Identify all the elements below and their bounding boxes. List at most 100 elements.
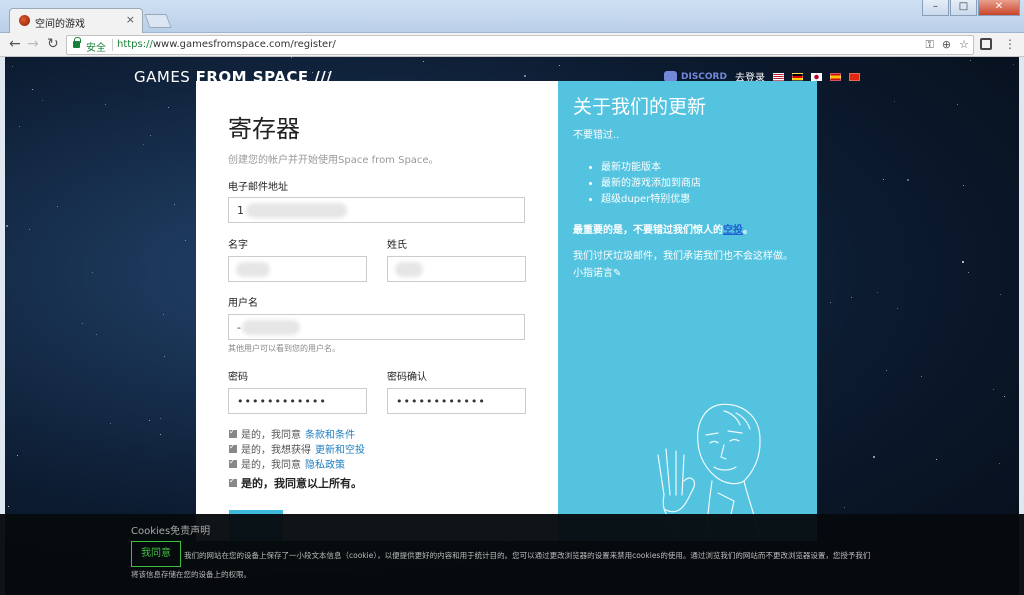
cookie-accept-button[interactable]: 我同意 xyxy=(131,541,181,567)
star-dot xyxy=(999,463,1000,464)
privacy-text: 是的，我同意 xyxy=(241,460,301,471)
airdrop-text: 最重要的是，不要错过我们惊人的 xyxy=(573,225,723,236)
star-dot xyxy=(851,297,852,298)
terms-link[interactable]: 条款和条件 xyxy=(305,426,355,441)
cookie-banner: Cookies免责声明 我们的网站在您的设备上保存了一小段文本信息（cookie… xyxy=(0,514,1024,595)
username-hint: 其他用户可以看到您的用户名。 xyxy=(228,344,340,353)
first-name-field[interactable] xyxy=(228,256,367,282)
secure-label: 安全 xyxy=(86,43,106,54)
star-dot xyxy=(559,65,560,66)
lock-icon xyxy=(73,37,81,48)
privacy-link[interactable]: 隐私政策 xyxy=(305,456,345,471)
browser-toolbar: ← → ↻ 安全 https://www.gamesfromspace.com/… xyxy=(0,33,1024,57)
star-dot xyxy=(524,75,526,77)
terms-checkbox[interactable] xyxy=(229,427,237,438)
star-dot xyxy=(29,229,30,230)
address-bar[interactable]: 安全 https://www.gamesfromspace.com/regist… xyxy=(66,35,974,55)
tab-close-icon[interactable]: × xyxy=(126,13,135,26)
airdrop-link[interactable]: 空投 xyxy=(723,225,743,236)
first-name-redaction xyxy=(239,265,267,274)
window-controls: – □ ✕ xyxy=(922,0,1020,16)
updates-panel: 关于我们的更新 不要错过.. 最新功能版本 最新的游戏添加到商店 超级duper… xyxy=(558,81,817,541)
last-name-field[interactable] xyxy=(387,256,526,282)
star-dot xyxy=(96,334,97,335)
url-scheme: https:// xyxy=(117,39,153,50)
flag-us-icon[interactable] xyxy=(772,72,784,81)
browser-menu-icon[interactable]: ⋮ xyxy=(1004,37,1016,51)
star-dot xyxy=(42,100,43,101)
zoom-icon[interactable]: ⊕ xyxy=(942,38,951,52)
close-window-button[interactable]: ✕ xyxy=(978,0,1020,16)
star-dot xyxy=(105,104,106,105)
email-redaction xyxy=(249,206,344,215)
page-subtitle: 创建您的帐户并开始使用Space from Space。 xyxy=(228,155,439,166)
bookmark-star-icon[interactable]: ☆ xyxy=(959,38,969,52)
privacy-checkbox[interactable] xyxy=(229,457,237,468)
key-icon[interactable]: ⚿ xyxy=(926,38,934,52)
agree-all-checkbox[interactable] xyxy=(229,476,237,487)
star-dot xyxy=(150,135,151,136)
url-path: /register/ xyxy=(290,39,336,50)
username-field[interactable]: - xyxy=(228,314,525,340)
terms-checkbox-row[interactable]: 是的，我同意条款和条件 xyxy=(229,426,355,441)
spam-promise: 我们讨厌垃圾邮件，我们承诺我们也不会这样做。小指诺言✎ xyxy=(573,251,793,279)
updates-checkbox-row[interactable]: 是的，我想获得更新和空投 xyxy=(229,441,365,456)
email-field[interactable]: 1 xyxy=(228,197,525,223)
star-dot xyxy=(19,126,20,127)
star-dot xyxy=(1013,64,1014,65)
updates-checkbox[interactable] xyxy=(229,442,237,453)
star-dot xyxy=(844,507,845,508)
star-dot xyxy=(57,206,58,207)
maximize-button[interactable]: □ xyxy=(950,0,977,16)
star-dot xyxy=(160,418,161,419)
panel-lead: 不要错过.. xyxy=(573,130,620,141)
username-label: 用户名 xyxy=(228,298,258,309)
browser-titlebar: 空间的游戏 × – □ ✕ xyxy=(0,0,1024,33)
star-dot xyxy=(168,107,169,108)
star-dot xyxy=(830,302,831,303)
page-title: 寄存器 xyxy=(228,115,300,143)
password-field[interactable]: •••••••••••• xyxy=(228,388,367,414)
star-dot xyxy=(143,144,144,145)
flag-es-icon[interactable] xyxy=(829,72,841,81)
star-dot xyxy=(921,376,922,377)
star-dot xyxy=(957,104,958,105)
flag-jp-icon[interactable] xyxy=(810,72,822,81)
airdrop-callout: 最重要的是，不要错过我们惊人的空投。 xyxy=(573,221,802,236)
register-card: 寄存器 创建您的帐户并开始使用Space from Space。 xyxy=(196,81,558,541)
panel-bullet-list: 最新功能版本 最新的游戏添加到商店 超级duper特别优惠 xyxy=(601,160,802,208)
star-dot xyxy=(163,314,164,315)
last-name-label: 姓氏 xyxy=(387,240,407,251)
extension-icon[interactable] xyxy=(980,38,992,50)
flag-de-icon[interactable] xyxy=(791,72,803,81)
reload-icon[interactable]: ↻ xyxy=(47,36,59,52)
star-dot xyxy=(164,356,165,357)
email-value: 1 xyxy=(237,204,245,217)
privacy-checkbox-row[interactable]: 是的，我同意隐私政策 xyxy=(229,456,345,471)
password-confirm-field[interactable]: •••••••••••• xyxy=(387,388,526,414)
star-dot xyxy=(894,101,895,102)
updates-text: 是的，我想获得 xyxy=(241,445,311,456)
terms-text: 是的，我同意 xyxy=(241,430,301,441)
star-dot xyxy=(873,456,875,458)
forward-icon[interactable]: → xyxy=(27,36,39,52)
username-redaction xyxy=(245,323,297,332)
back-icon[interactable]: ← xyxy=(9,36,21,52)
updates-link[interactable]: 更新和空投 xyxy=(315,441,365,456)
star-dot xyxy=(82,323,83,324)
agree-all-checkbox-row[interactable]: 是的，我同意以上所有。 xyxy=(229,475,362,491)
star-dot xyxy=(886,370,887,371)
url-text[interactable]: https://www.gamesfromspace.com/register/ xyxy=(117,39,336,50)
star-dot xyxy=(962,261,964,263)
star-dot xyxy=(110,423,111,424)
flag-cn-icon[interactable] xyxy=(848,72,860,81)
panel-bullet: 超级duper特别优惠 xyxy=(601,192,802,208)
agree-all-text: 是的，我同意以上所有。 xyxy=(241,477,362,490)
airdrop-end: 。 xyxy=(743,225,753,236)
browser-tab[interactable]: 空间的游戏 × xyxy=(9,8,143,33)
star-dot xyxy=(160,434,161,435)
cookie-title: Cookies免责声明 xyxy=(131,526,211,537)
new-tab-button[interactable] xyxy=(144,14,172,28)
minimize-button[interactable]: – xyxy=(922,0,949,16)
star-dot xyxy=(92,272,93,273)
